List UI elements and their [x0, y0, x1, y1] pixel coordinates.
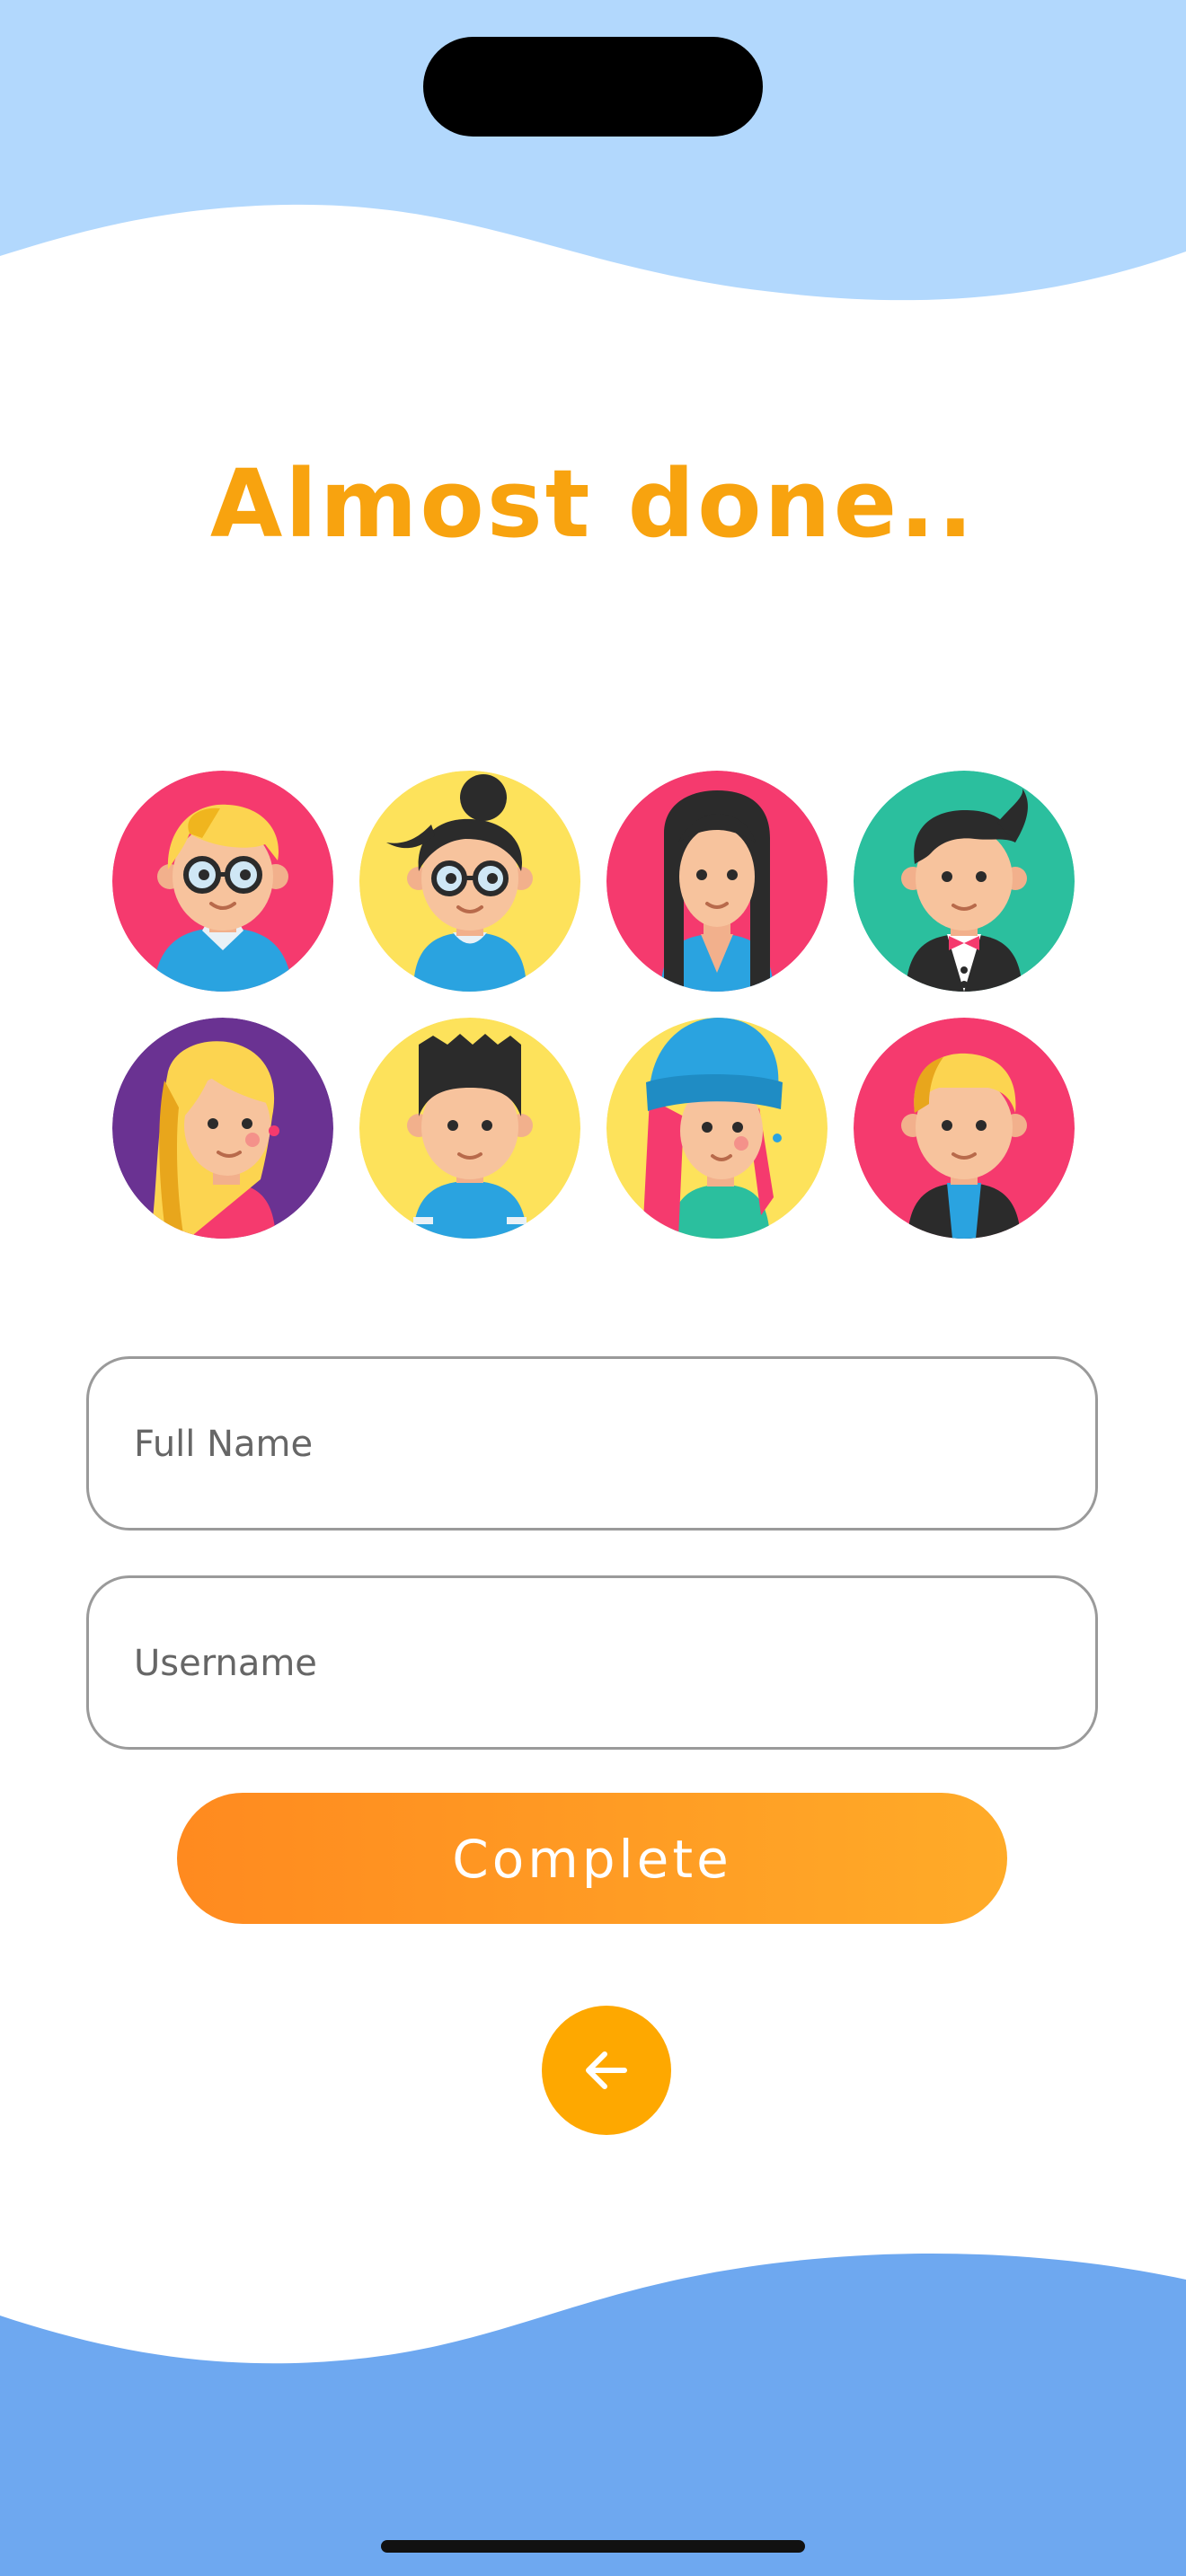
username-field[interactable]: [86, 1575, 1098, 1750]
username-input[interactable]: [132, 1578, 1034, 1749]
avatar-spiky-hair-boy[interactable]: [359, 1018, 580, 1239]
avatar-blonde-girl[interactable]: [112, 1018, 333, 1239]
bottom-wave-decoration: [0, 2253, 1186, 2576]
avatar-bun-glasses-girl[interactable]: [359, 771, 580, 992]
onboarding-screen: Almost done.. Full Name Username Complet…: [0, 0, 1186, 2576]
avatar-blonde-jacket-man[interactable]: [854, 1018, 1075, 1239]
full-name-input[interactable]: [132, 1359, 1034, 1530]
home-indicator: [381, 2540, 805, 2553]
avatar-blonde-glasses-boy[interactable]: [112, 771, 333, 992]
avatar-tuxedo-bowtie-man[interactable]: [854, 771, 1075, 992]
back-button[interactable]: [542, 2006, 671, 2135]
page-title: Almost done..: [209, 449, 977, 559]
full-name-field[interactable]: [86, 1356, 1098, 1531]
complete-button[interactable]: Complete: [177, 1793, 1007, 1924]
dynamic-island: [423, 37, 763, 137]
avatar-long-black-hair-person[interactable]: [606, 771, 828, 992]
arrow-left-icon: [586, 2051, 627, 2089]
avatar-beanie-pink-hair-girl[interactable]: [606, 1018, 828, 1239]
